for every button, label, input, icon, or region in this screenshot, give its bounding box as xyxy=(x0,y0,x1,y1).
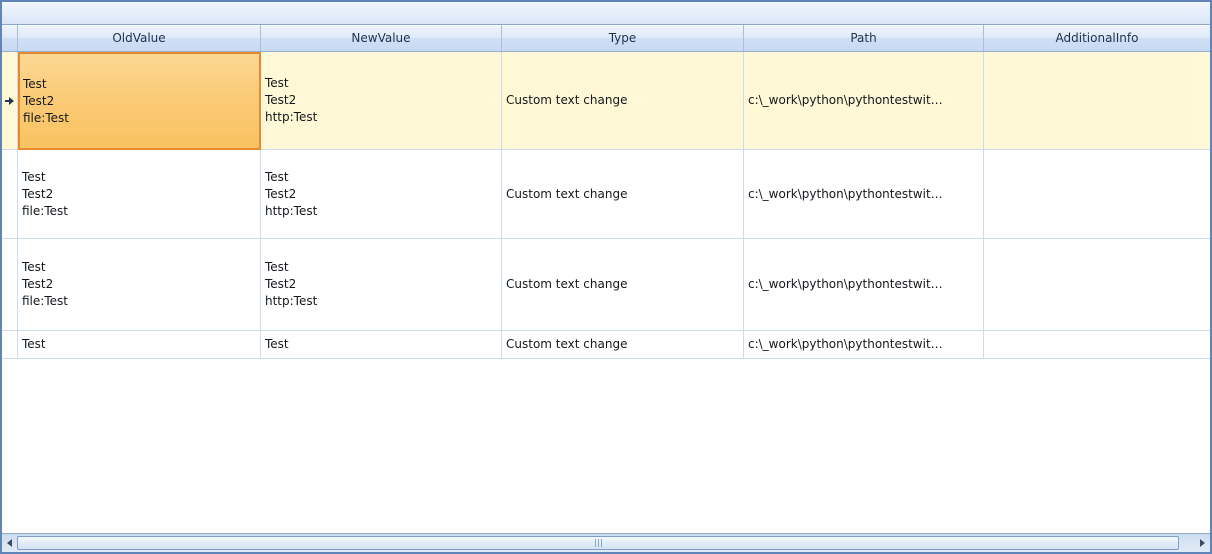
scrollbar-thumb[interactable] xyxy=(17,536,1179,550)
cell-additionalinfo[interactable] xyxy=(984,331,1210,359)
row-header[interactable] xyxy=(2,150,18,239)
scrollbar-grip-icon xyxy=(595,539,602,547)
row-header[interactable] xyxy=(2,239,18,331)
grid-empty-area xyxy=(2,359,1210,533)
scroll-right-button[interactable] xyxy=(1194,534,1210,552)
cell-additionalinfo[interactable] xyxy=(984,52,1210,150)
table-row: Test Test Custom text change c:\_work\py… xyxy=(2,331,1210,359)
row-header-corner[interactable] xyxy=(2,25,18,51)
grid-top-panel xyxy=(2,2,1210,25)
grid-header-row: OldValue NewValue Type Path AdditionalIn… xyxy=(2,25,1210,52)
cell-type[interactable]: Custom text change xyxy=(502,150,744,239)
cell-newvalue[interactable]: Test xyxy=(261,331,502,359)
cell-type[interactable]: Custom text change xyxy=(502,331,744,359)
column-header-additionalinfo[interactable]: AdditionalInfo xyxy=(984,25,1210,51)
column-header-path[interactable]: Path xyxy=(744,25,984,51)
column-header-type[interactable]: Type xyxy=(502,25,744,51)
current-row-arrow-icon xyxy=(5,97,14,105)
cell-newvalue[interactable]: Test Test2 http:Test xyxy=(261,150,502,239)
cell-newvalue[interactable]: Test Test2 http:Test xyxy=(261,239,502,331)
data-grid-window: OldValue NewValue Type Path AdditionalIn… xyxy=(0,0,1212,554)
table-row: Test Test2 file:Test Test Test2 http:Tes… xyxy=(2,52,1210,150)
table-row: Test Test2 file:Test Test Test2 http:Tes… xyxy=(2,150,1210,239)
cell-type[interactable]: Custom text change xyxy=(502,239,744,331)
scrollbar-track[interactable] xyxy=(1179,534,1194,552)
row-header-current[interactable] xyxy=(2,52,18,150)
cell-path[interactable]: c:\_work\python\pythontestwit… xyxy=(744,150,984,239)
horizontal-scrollbar[interactable] xyxy=(2,533,1210,552)
cell-path[interactable]: c:\_work\python\pythontestwit… xyxy=(744,239,984,331)
cell-newvalue[interactable]: Test Test2 http:Test xyxy=(261,52,502,150)
cell-type[interactable]: Custom text change xyxy=(502,52,744,150)
right-arrow-icon xyxy=(1200,539,1205,547)
left-arrow-icon xyxy=(7,539,12,547)
cell-oldvalue[interactable]: Test Test2 file:Test xyxy=(18,239,261,331)
column-header-oldvalue[interactable]: OldValue xyxy=(18,25,261,51)
scroll-left-button[interactable] xyxy=(2,534,17,552)
table-row: Test Test2 file:Test Test Test2 http:Tes… xyxy=(2,239,1210,331)
cell-path[interactable]: c:\_work\python\pythontestwit… xyxy=(744,52,984,150)
cell-additionalinfo[interactable] xyxy=(984,239,1210,331)
column-header-newvalue[interactable]: NewValue xyxy=(261,25,502,51)
row-header[interactable] xyxy=(2,331,18,359)
cell-path[interactable]: c:\_work\python\pythontestwit… xyxy=(744,331,984,359)
cell-oldvalue[interactable]: Test xyxy=(18,331,261,359)
cell-oldvalue[interactable]: Test Test2 file:Test xyxy=(18,150,261,239)
cell-additionalinfo[interactable] xyxy=(984,150,1210,239)
cell-oldvalue-selected[interactable]: Test Test2 file:Test xyxy=(18,52,261,150)
